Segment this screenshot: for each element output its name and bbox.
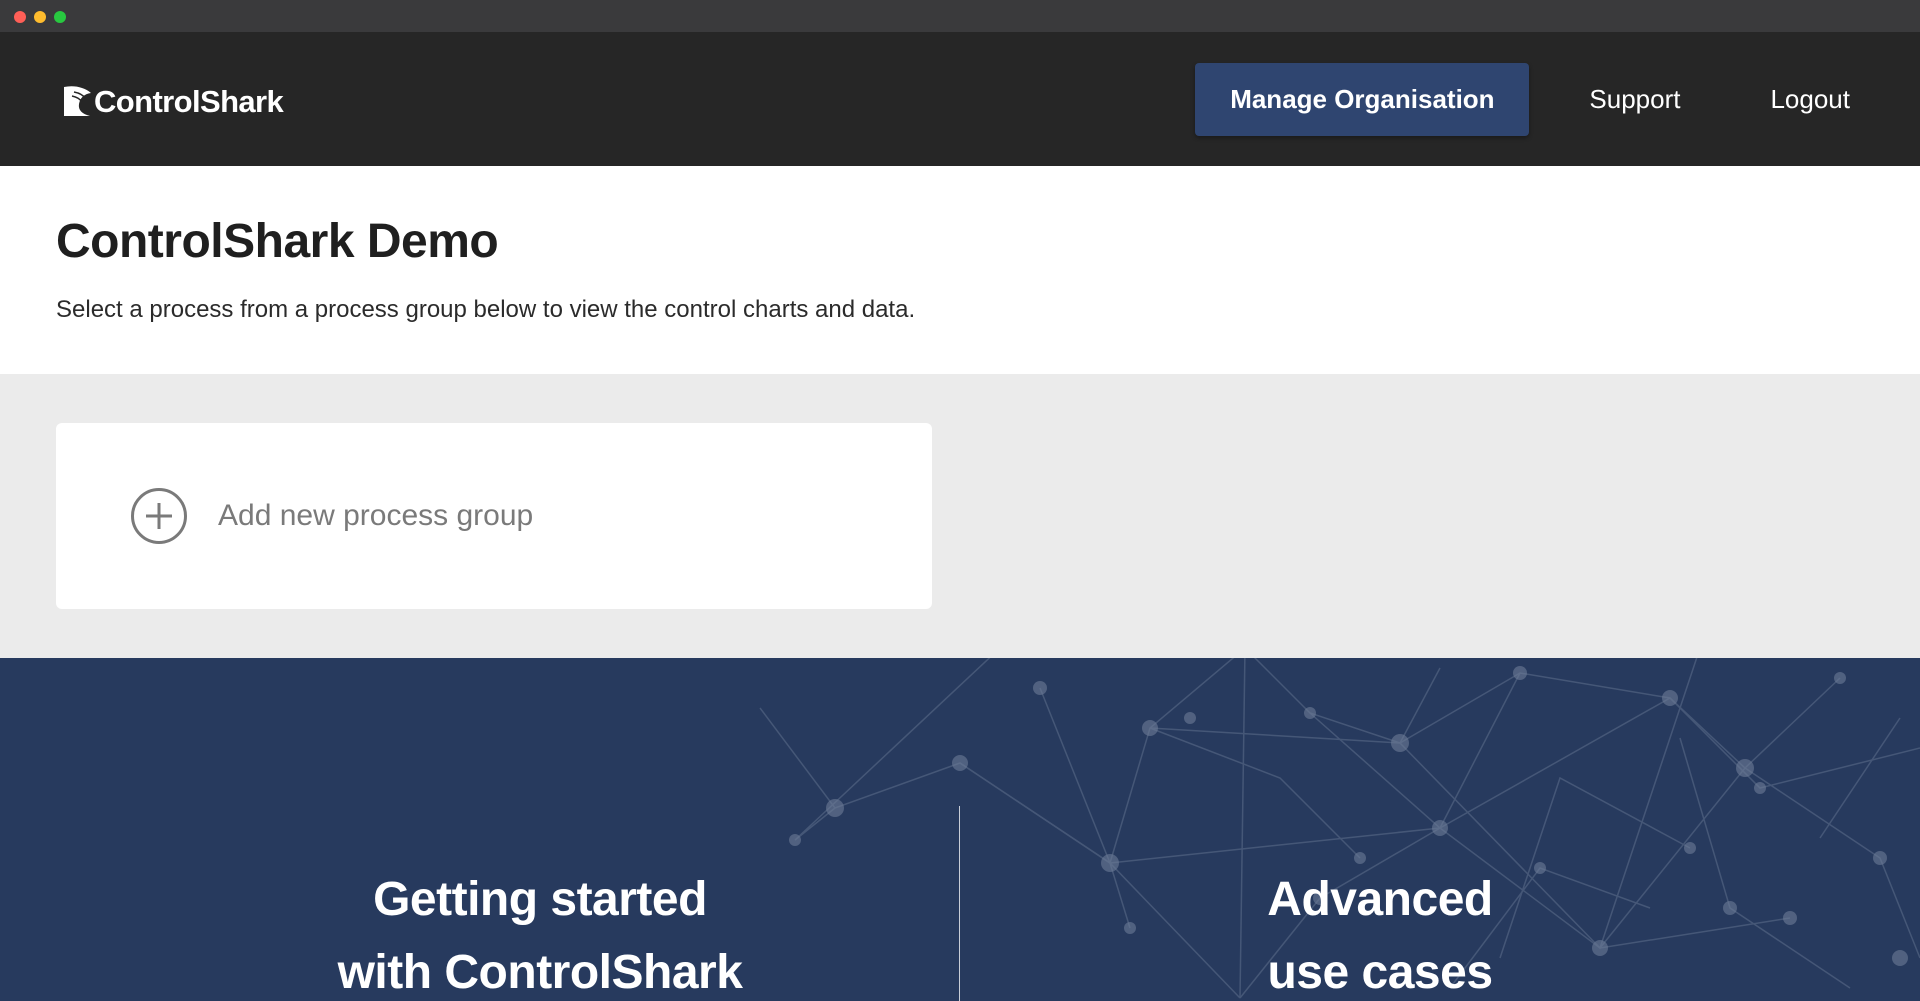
- advanced-use-cases-line-2: use cases: [1267, 946, 1493, 999]
- nav-links: Manage Organisation Support Logout: [1195, 62, 1920, 136]
- shark-fin-icon: [60, 84, 96, 120]
- brand-name: ControlShark: [94, 84, 284, 119]
- window-close-button[interactable]: [14, 11, 26, 23]
- page-title: ControlShark Demo: [56, 215, 499, 268]
- add-process-group-card[interactable]: Add new process group: [56, 423, 932, 609]
- brand-logo-link[interactable]: ControlShark: [60, 82, 284, 122]
- advanced-use-cases-link[interactable]: Advanced use cases: [1080, 863, 1680, 1001]
- getting-started-line-1: Getting started: [373, 873, 707, 926]
- top-navbar: ControlShark Manage Organisation Support…: [0, 32, 1920, 166]
- page-subtitle: Select a process from a process group be…: [56, 296, 916, 323]
- add-process-group-label: Add new process group: [218, 499, 534, 532]
- resources-banner: Getting started with ControlShark Advanc…: [0, 658, 1920, 1001]
- advanced-use-cases-line-1: Advanced: [1267, 873, 1493, 926]
- getting-started-link[interactable]: Getting started with ControlShark: [240, 863, 840, 1001]
- logout-link[interactable]: Logout: [1770, 63, 1850, 136]
- manage-organisation-button[interactable]: Manage Organisation: [1195, 62, 1530, 136]
- page-header: ControlShark Demo Select a process from …: [0, 166, 1920, 374]
- plus-circle-icon: [130, 487, 188, 545]
- getting-started-line-2: with ControlShark: [337, 946, 743, 999]
- window-maximize-button[interactable]: [54, 11, 66, 23]
- window-titlebar: [0, 0, 1920, 32]
- support-link[interactable]: Support: [1589, 63, 1680, 136]
- banner-divider: [959, 806, 960, 1001]
- window-minimize-button[interactable]: [34, 11, 46, 23]
- process-groups-area: Add new process group: [0, 374, 1920, 658]
